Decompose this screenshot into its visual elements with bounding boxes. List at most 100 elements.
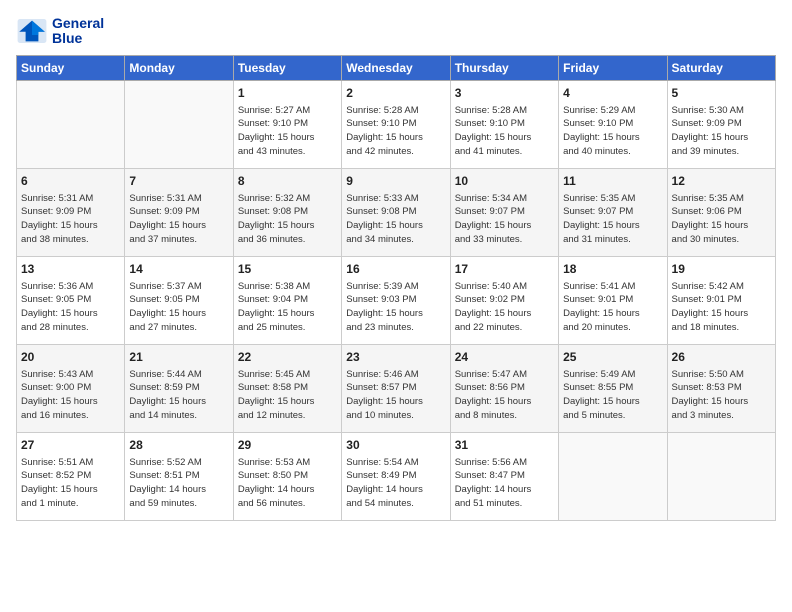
weekday-header-tuesday: Tuesday bbox=[233, 55, 341, 80]
day-info: Sunrise: 5:51 AM Sunset: 8:52 PM Dayligh… bbox=[21, 456, 120, 511]
day-info: Sunrise: 5:56 AM Sunset: 8:47 PM Dayligh… bbox=[455, 456, 554, 511]
calendar-cell bbox=[125, 80, 233, 168]
day-info: Sunrise: 5:44 AM Sunset: 8:59 PM Dayligh… bbox=[129, 368, 228, 423]
day-info: Sunrise: 5:53 AM Sunset: 8:50 PM Dayligh… bbox=[238, 456, 337, 511]
calendar-cell: 23 Sunrise: 5:46 AM Sunset: 8:57 PM Dayli… bbox=[342, 344, 450, 432]
day-number: 23 bbox=[346, 349, 445, 366]
day-info: Sunrise: 5:46 AM Sunset: 8:57 PM Dayligh… bbox=[346, 368, 445, 423]
calendar-cell: 2 Sunrise: 5:28 AM Sunset: 9:10 PM Daylig… bbox=[342, 80, 450, 168]
day-info: Sunrise: 5:35 AM Sunset: 9:07 PM Dayligh… bbox=[563, 192, 662, 247]
calendar-cell: 24 Sunrise: 5:47 AM Sunset: 8:56 PM Dayli… bbox=[450, 344, 558, 432]
day-number: 8 bbox=[238, 173, 337, 190]
calendar-cell bbox=[667, 432, 775, 520]
calendar-cell bbox=[17, 80, 125, 168]
calendar-cell: 12 Sunrise: 5:35 AM Sunset: 9:06 PM Dayli… bbox=[667, 168, 775, 256]
calendar-cell: 9 Sunrise: 5:33 AM Sunset: 9:08 PM Daylig… bbox=[342, 168, 450, 256]
calendar-cell: 10Sunrise: 5:34 AM Sunset: 9:07 PM Dayli… bbox=[450, 168, 558, 256]
day-number: 19 bbox=[672, 261, 771, 278]
day-number: 4 bbox=[563, 85, 662, 102]
day-info: Sunrise: 5:35 AM Sunset: 9:06 PM Dayligh… bbox=[672, 192, 771, 247]
day-info: Sunrise: 5:31 AM Sunset: 9:09 PM Dayligh… bbox=[129, 192, 228, 247]
day-info: Sunrise: 5:42 AM Sunset: 9:01 PM Dayligh… bbox=[672, 280, 771, 335]
day-number: 20 bbox=[21, 349, 120, 366]
calendar-week-3: 13Sunrise: 5:36 AM Sunset: 9:05 PM Dayli… bbox=[17, 256, 776, 344]
day-info: Sunrise: 5:41 AM Sunset: 9:01 PM Dayligh… bbox=[563, 280, 662, 335]
day-number: 21 bbox=[129, 349, 228, 366]
weekday-header-saturday: Saturday bbox=[667, 55, 775, 80]
calendar-cell: 27Sunrise: 5:51 AM Sunset: 8:52 PM Dayli… bbox=[17, 432, 125, 520]
calendar-cell: 13Sunrise: 5:36 AM Sunset: 9:05 PM Dayli… bbox=[17, 256, 125, 344]
day-info: Sunrise: 5:50 AM Sunset: 8:53 PM Dayligh… bbox=[672, 368, 771, 423]
calendar-week-5: 27Sunrise: 5:51 AM Sunset: 8:52 PM Dayli… bbox=[17, 432, 776, 520]
logo-icon bbox=[16, 17, 48, 45]
calendar-cell: 11 Sunrise: 5:35 AM Sunset: 9:07 PM Dayli… bbox=[559, 168, 667, 256]
calendar-cell: 21 Sunrise: 5:44 AM Sunset: 8:59 PM Dayli… bbox=[125, 344, 233, 432]
weekday-header-thursday: Thursday bbox=[450, 55, 558, 80]
day-info: Sunrise: 5:28 AM Sunset: 9:10 PM Dayligh… bbox=[455, 104, 554, 159]
day-number: 11 bbox=[563, 173, 662, 190]
calendar-cell: 30 Sunrise: 5:54 AM Sunset: 8:49 PM Dayli… bbox=[342, 432, 450, 520]
day-info: Sunrise: 5:47 AM Sunset: 8:56 PM Dayligh… bbox=[455, 368, 554, 423]
calendar-cell: 5Sunrise: 5:30 AM Sunset: 9:09 PM Daylig… bbox=[667, 80, 775, 168]
calendar-cell: 1Sunrise: 5:27 AM Sunset: 9:10 PM Daylig… bbox=[233, 80, 341, 168]
calendar-cell: 19 Sunrise: 5:42 AM Sunset: 9:01 PM Dayli… bbox=[667, 256, 775, 344]
day-info: Sunrise: 5:34 AM Sunset: 9:07 PM Dayligh… bbox=[455, 192, 554, 247]
day-number: 17 bbox=[455, 261, 554, 278]
day-number: 30 bbox=[346, 437, 445, 454]
day-info: Sunrise: 5:32 AM Sunset: 9:08 PM Dayligh… bbox=[238, 192, 337, 247]
day-info: Sunrise: 5:54 AM Sunset: 8:49 PM Dayligh… bbox=[346, 456, 445, 511]
calendar-cell: 26 Sunrise: 5:50 AM Sunset: 8:53 PM Dayli… bbox=[667, 344, 775, 432]
day-info: Sunrise: 5:28 AM Sunset: 9:10 PM Dayligh… bbox=[346, 104, 445, 159]
calendar-cell: 28 Sunrise: 5:52 AM Sunset: 8:51 PM Dayli… bbox=[125, 432, 233, 520]
calendar-cell: 22Sunrise: 5:45 AM Sunset: 8:58 PM Dayli… bbox=[233, 344, 341, 432]
day-info: Sunrise: 5:30 AM Sunset: 9:09 PM Dayligh… bbox=[672, 104, 771, 159]
day-info: Sunrise: 5:33 AM Sunset: 9:08 PM Dayligh… bbox=[346, 192, 445, 247]
day-number: 24 bbox=[455, 349, 554, 366]
day-number: 15 bbox=[238, 261, 337, 278]
calendar-week-4: 20Sunrise: 5:43 AM Sunset: 9:00 PM Dayli… bbox=[17, 344, 776, 432]
day-number: 1 bbox=[238, 85, 337, 102]
day-info: Sunrise: 5:39 AM Sunset: 9:03 PM Dayligh… bbox=[346, 280, 445, 335]
day-info: Sunrise: 5:49 AM Sunset: 8:55 PM Dayligh… bbox=[563, 368, 662, 423]
day-number: 7 bbox=[129, 173, 228, 190]
day-info: Sunrise: 5:40 AM Sunset: 9:02 PM Dayligh… bbox=[455, 280, 554, 335]
calendar-cell: 25Sunrise: 5:49 AM Sunset: 8:55 PM Dayli… bbox=[559, 344, 667, 432]
day-number: 29 bbox=[238, 437, 337, 454]
calendar-cell: 6 Sunrise: 5:31 AM Sunset: 9:09 PM Daylig… bbox=[17, 168, 125, 256]
calendar-table: SundayMondayTuesdayWednesdayThursdayFrid… bbox=[16, 55, 776, 521]
day-info: Sunrise: 5:31 AM Sunset: 9:09 PM Dayligh… bbox=[21, 192, 120, 247]
day-info: Sunrise: 5:29 AM Sunset: 9:10 PM Dayligh… bbox=[563, 104, 662, 159]
calendar-cell: 16 Sunrise: 5:39 AM Sunset: 9:03 PM Dayli… bbox=[342, 256, 450, 344]
day-number: 2 bbox=[346, 85, 445, 102]
day-number: 31 bbox=[455, 437, 554, 454]
calendar-cell: 8 Sunrise: 5:32 AM Sunset: 9:08 PM Daylig… bbox=[233, 168, 341, 256]
day-info: Sunrise: 5:52 AM Sunset: 8:51 PM Dayligh… bbox=[129, 456, 228, 511]
day-number: 12 bbox=[672, 173, 771, 190]
weekday-header-row: SundayMondayTuesdayWednesdayThursdayFrid… bbox=[17, 55, 776, 80]
weekday-header-friday: Friday bbox=[559, 55, 667, 80]
calendar-cell: 29 Sunrise: 5:53 AM Sunset: 8:50 PM Dayli… bbox=[233, 432, 341, 520]
day-number: 18 bbox=[563, 261, 662, 278]
calendar-cell: 3Sunrise: 5:28 AM Sunset: 9:10 PM Daylig… bbox=[450, 80, 558, 168]
calendar-cell: 4 Sunrise: 5:29 AM Sunset: 9:10 PM Daylig… bbox=[559, 80, 667, 168]
day-number: 16 bbox=[346, 261, 445, 278]
calendar-cell: 18 Sunrise: 5:41 AM Sunset: 9:01 PM Dayli… bbox=[559, 256, 667, 344]
day-number: 26 bbox=[672, 349, 771, 366]
calendar-cell: 15 Sunrise: 5:38 AM Sunset: 9:04 PM Dayli… bbox=[233, 256, 341, 344]
calendar-body: 1Sunrise: 5:27 AM Sunset: 9:10 PM Daylig… bbox=[17, 80, 776, 520]
weekday-header-sunday: Sunday bbox=[17, 55, 125, 80]
day-number: 28 bbox=[129, 437, 228, 454]
calendar-cell: 7 Sunrise: 5:31 AM Sunset: 9:09 PM Daylig… bbox=[125, 168, 233, 256]
day-number: 6 bbox=[21, 173, 120, 190]
calendar-week-1: 1Sunrise: 5:27 AM Sunset: 9:10 PM Daylig… bbox=[17, 80, 776, 168]
day-info: Sunrise: 5:38 AM Sunset: 9:04 PM Dayligh… bbox=[238, 280, 337, 335]
day-info: Sunrise: 5:45 AM Sunset: 8:58 PM Dayligh… bbox=[238, 368, 337, 423]
calendar-cell: 17 Sunrise: 5:40 AM Sunset: 9:02 PM Dayli… bbox=[450, 256, 558, 344]
logo-text: General Blue bbox=[52, 16, 104, 47]
calendar-cell: 14Sunrise: 5:37 AM Sunset: 9:05 PM Dayli… bbox=[125, 256, 233, 344]
day-number: 9 bbox=[346, 173, 445, 190]
calendar-cell: 31 Sunrise: 5:56 AM Sunset: 8:47 PM Dayli… bbox=[450, 432, 558, 520]
page-header: General Blue bbox=[16, 16, 776, 47]
calendar-cell: 20Sunrise: 5:43 AM Sunset: 9:00 PM Dayli… bbox=[17, 344, 125, 432]
weekday-header-wednesday: Wednesday bbox=[342, 55, 450, 80]
